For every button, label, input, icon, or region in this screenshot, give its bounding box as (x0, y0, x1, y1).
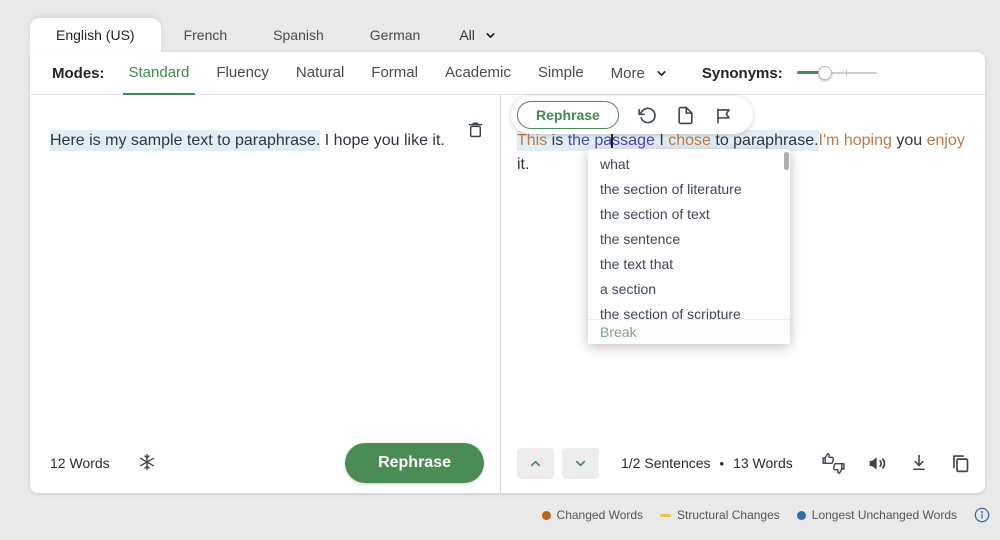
language-tab-all-label: All (459, 27, 475, 43)
output-actions (821, 452, 971, 475)
language-tabbar: English (US) French Spanish German All (30, 18, 513, 52)
legend-item: Structural Changes (660, 508, 780, 522)
output-stats: 1/2 Sentences • 13 Words (621, 455, 793, 471)
mode-tab[interactable]: Formal (371, 52, 418, 94)
output-word[interactable]: ssage (612, 132, 655, 149)
rephrase-again-button[interactable]: Rephrase (517, 101, 619, 129)
synonyms-slider[interactable] (797, 66, 877, 80)
freeze-words-button[interactable] (134, 449, 160, 478)
language-tab[interactable]: German (347, 18, 444, 52)
output-word[interactable]: you (892, 132, 927, 149)
output-word[interactable]: This (517, 132, 547, 149)
mode-tab[interactable]: Fluency (216, 52, 269, 94)
legend-label: Structural Changes (677, 508, 780, 522)
flag-button[interactable] (714, 106, 733, 125)
legend-item: Changed Words (542, 508, 644, 522)
input-highlighted-sentence[interactable]: Here is my sample text to paraphrase. (50, 130, 320, 151)
sentence-counter: 1/2 Sentences (621, 455, 711, 471)
language-tab[interactable]: Spanish (250, 18, 347, 52)
synonym-option[interactable]: the sentence (588, 227, 790, 252)
output-panel-footer: 1/2 Sentences • 13 Words (517, 441, 971, 485)
chevron-up-icon (528, 456, 543, 471)
output-word[interactable]: chose (668, 132, 711, 149)
language-tab-all[interactable]: All (443, 18, 513, 52)
synonyms-control: Synonyms: (702, 65, 877, 82)
chevron-down-icon (655, 67, 668, 80)
legend-item: Longest Unchanged Words (797, 508, 957, 522)
legend-marker (797, 511, 806, 520)
undo-button[interactable] (638, 106, 657, 125)
copy-icon (950, 453, 971, 474)
input-panel-footer: 12 Words Rephrase (50, 441, 484, 485)
break-option[interactable]: Break (588, 319, 790, 344)
more-modes-label: More (611, 65, 645, 82)
output-word[interactable]: I (655, 132, 668, 149)
flag-icon (714, 106, 733, 125)
synonym-option[interactable]: the section of scripture (588, 302, 790, 319)
mode-tab[interactable]: Academic (445, 52, 511, 94)
legend-info-button[interactable] (974, 507, 990, 523)
output-word[interactable]: is (547, 132, 567, 149)
trash-icon (465, 119, 486, 140)
next-sentence-button[interactable] (562, 448, 599, 479)
mode-tab[interactable]: Simple (538, 52, 584, 94)
input-text-editor[interactable]: Here is my sample text to paraphrase. I … (50, 129, 456, 153)
dropdown-scrollbar[interactable] (784, 152, 789, 170)
synonym-option[interactable]: the section of literature (588, 177, 790, 202)
chevron-down-icon (573, 456, 588, 471)
input-word-count: 12 Words (50, 455, 110, 471)
input-panel: Here is my sample text to paraphrase. I … (30, 95, 500, 493)
modes-label: Modes: (52, 65, 105, 82)
read-aloud-button[interactable] (867, 453, 888, 474)
rephrase-button[interactable]: Rephrase (345, 443, 484, 483)
chevron-down-icon (484, 29, 497, 42)
output-word[interactable]: I'm hoping (819, 132, 892, 149)
export-button[interactable] (909, 453, 929, 473)
thumbs-feedback-icon (821, 452, 846, 475)
info-icon (974, 507, 990, 523)
delete-text-button[interactable] (463, 117, 488, 145)
synonym-option[interactable]: the text that (588, 252, 790, 277)
snowflake-icon (136, 451, 158, 473)
output-word[interactable]: enjoy (927, 132, 965, 149)
previous-sentence-button[interactable] (517, 448, 554, 479)
mode-tab[interactable]: Natural (296, 52, 344, 94)
output-word-count: 13 Words (733, 455, 793, 471)
paraphraser-app: English (US) French Spanish German All M… (0, 0, 1000, 540)
document-button[interactable] (676, 106, 695, 125)
legend-marker (542, 511, 551, 520)
synonym-option[interactable]: the section of text (588, 202, 790, 227)
legend-label: Longest Unchanged Words (812, 508, 957, 522)
legend-bar: Changed Words Structural Changes Longest… (542, 507, 990, 523)
undo-icon (638, 106, 657, 125)
input-rest-text[interactable]: I hope you like it. (320, 132, 445, 149)
stats-separator: • (720, 456, 725, 471)
output-word[interactable]: the pa (568, 132, 612, 149)
copy-button[interactable] (950, 453, 971, 474)
synonyms-label: Synonyms: (702, 65, 783, 82)
modes-bar: Modes: Standard Fluency Natural Formal A… (30, 52, 985, 95)
legend-label: Changed Words (557, 508, 644, 522)
speaker-icon (867, 453, 888, 474)
more-modes-dropdown[interactable]: More (611, 65, 668, 82)
synonyms-slider-handle[interactable] (818, 66, 832, 80)
output-floating-toolbar: Rephrase (511, 96, 753, 134)
modes-list: Standard Fluency Natural Formal Academic… (129, 52, 611, 94)
document-icon (676, 106, 695, 125)
legend-marker (660, 514, 671, 517)
editor-panels: Here is my sample text to paraphrase. I … (30, 95, 985, 493)
language-tab[interactable]: French (161, 18, 251, 52)
synonym-dropdown: what the section of literature the secti… (588, 149, 790, 344)
language-tab[interactable]: English (US) (30, 18, 161, 52)
synonyms-slider-tick (846, 70, 847, 76)
output-word[interactable]: to paraphrase. (711, 132, 819, 149)
feedback-button[interactable] (821, 452, 846, 475)
output-word[interactable]: it. (517, 156, 529, 173)
paraphraser-card: Modes: Standard Fluency Natural Formal A… (30, 52, 985, 493)
synonym-option[interactable]: a section (588, 277, 790, 302)
synonym-option[interactable]: what (588, 152, 790, 177)
mode-tab[interactable]: Standard (129, 52, 190, 94)
synonym-options-list: what the section of literature the secti… (588, 149, 790, 319)
download-icon (909, 453, 929, 473)
